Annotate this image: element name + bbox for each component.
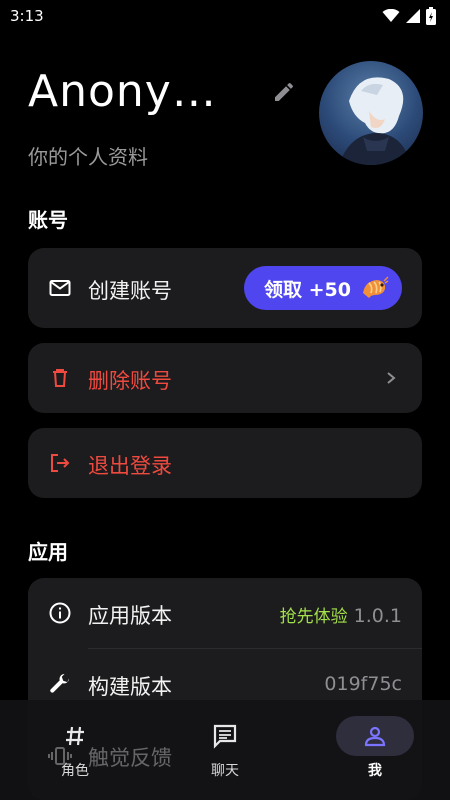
avatar-illustration bbox=[339, 77, 411, 165]
build-version-label: 构建版本 bbox=[88, 675, 172, 699]
app-version-row: 应用版本 抢先体验 1.0.1 bbox=[28, 578, 422, 648]
chevron-right-icon bbox=[387, 372, 396, 384]
nav-tab-chat[interactable]: 聊天 bbox=[150, 700, 300, 800]
logout-icon bbox=[51, 454, 70, 472]
battery-icon bbox=[426, 7, 436, 25]
delete-account-card[interactable]: 删除账号 bbox=[28, 343, 422, 413]
nav-label-characters: 角色 bbox=[61, 763, 89, 779]
status-icons bbox=[382, 7, 436, 25]
hash-icon bbox=[66, 726, 84, 746]
logout-card[interactable]: 退出登录 bbox=[28, 428, 422, 498]
mail-icon bbox=[49, 280, 71, 296]
create-account-label: 创建账号 bbox=[88, 279, 172, 303]
app-version-value-group: 抢先体验 1.0.1 bbox=[280, 602, 402, 627]
create-account-row[interactable]: 创建账号 领取 +50 bbox=[28, 248, 422, 328]
person-icon bbox=[364, 726, 386, 747]
claim-reward-button[interactable]: 领取 +50 bbox=[244, 266, 402, 310]
nav-icon-container bbox=[336, 716, 414, 756]
nav-label-me: 我 bbox=[368, 763, 382, 779]
profile-subtitle: 你的个人资料 bbox=[28, 145, 148, 169]
build-version-value: 019f75c bbox=[324, 673, 402, 695]
nav-icon-container bbox=[186, 716, 264, 756]
profile-name: Anonym… bbox=[28, 66, 238, 117]
edit-pencil-icon[interactable] bbox=[272, 80, 296, 104]
early-access-badge: 抢先体验 bbox=[279, 607, 348, 627]
nav-tab-characters[interactable]: 角色 bbox=[0, 700, 150, 800]
delete-account-label: 删除账号 bbox=[88, 369, 172, 393]
nav-icon-container bbox=[36, 716, 114, 756]
shrimp-icon bbox=[362, 276, 389, 298]
wrench-icon bbox=[50, 674, 69, 693]
wifi-icon bbox=[382, 9, 400, 22]
section-title-account: 账号 bbox=[28, 208, 68, 232]
app-version-label: 应用版本 bbox=[88, 604, 172, 628]
status-time: 3:13 bbox=[10, 7, 44, 25]
chat-icon bbox=[213, 724, 237, 749]
create-account-card[interactable]: 创建账号 领取 +50 bbox=[28, 248, 422, 328]
nav-tab-me[interactable]: 我 bbox=[300, 700, 450, 800]
info-icon bbox=[49, 602, 71, 624]
nav-label-chat: 聊天 bbox=[211, 763, 239, 779]
section-title-app: 应用 bbox=[28, 540, 68, 564]
status-bar: 3:13 bbox=[0, 0, 450, 32]
trash-icon bbox=[53, 369, 67, 387]
signal-icon bbox=[406, 9, 420, 23]
logout-label: 退出登录 bbox=[88, 454, 172, 478]
bottom-nav: 触觉反馈 角色 聊天 我 bbox=[0, 700, 450, 800]
claim-reward-label: 领取 +50 bbox=[264, 278, 351, 301]
avatar[interactable] bbox=[319, 61, 423, 165]
app-version-value: 1.0.1 bbox=[353, 605, 402, 627]
